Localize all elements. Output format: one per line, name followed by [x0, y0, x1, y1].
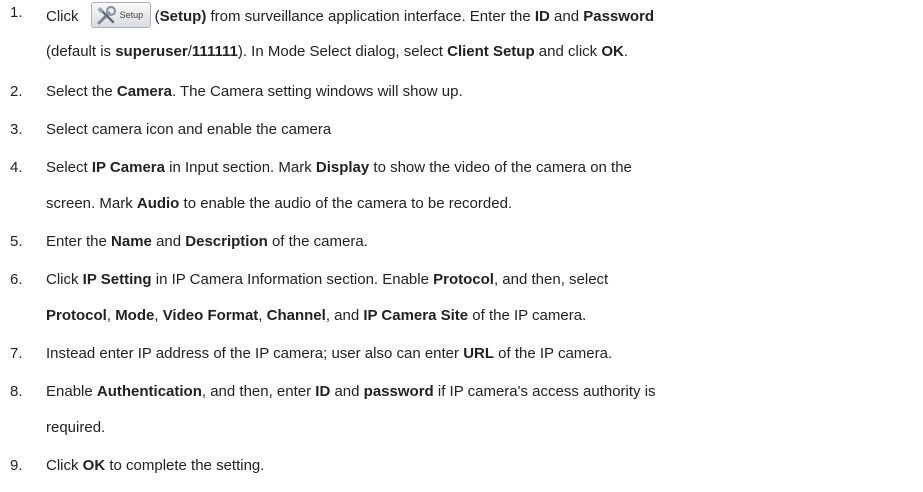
step-number: 9.: [10, 457, 23, 474]
step-text: Protocol, Mode, Video Format, Channel, a…: [46, 307, 586, 325]
bold-term: Protocol: [46, 307, 107, 324]
text-run: and click: [534, 43, 602, 60]
step-text: (default is superuser/111111). In Mode S…: [46, 43, 628, 61]
step-number: 5.: [10, 233, 23, 250]
bold-term: Mode: [115, 307, 155, 324]
text-run: to enable the audio of the camera to be …: [179, 195, 513, 212]
text-run: Click: [46, 7, 83, 25]
step-number: 6.: [10, 271, 23, 288]
step-text: Enable Authentication, and then, enter I…: [46, 383, 656, 401]
instruction-document: 1. Click Setup (Setup) from surveillance a…: [0, 0, 923, 492]
bold-term: Authentication: [96, 383, 202, 400]
bold-term: Password: [583, 7, 655, 25]
text-run: Click: [46, 457, 83, 474]
step-text: Instead enter IP address of the IP camer…: [46, 345, 612, 363]
text-run: (default is: [46, 43, 116, 60]
bold-term: Audio: [136, 195, 180, 212]
step-text: Click OK to complete the setting.: [46, 457, 264, 475]
bold-term: 111111: [191, 43, 238, 60]
bold-term: Name: [111, 233, 152, 250]
bold-term: Camera: [116, 83, 172, 100]
setup-button-label: Setup: [119, 10, 144, 20]
text-run: of the camera.: [267, 233, 368, 250]
text-run: of the IP camera.: [468, 307, 587, 324]
bold-term: Description: [185, 233, 268, 250]
setup-button-image: Setup: [90, 2, 151, 28]
text-run: ,: [258, 307, 267, 324]
bold-term: Protocol: [433, 271, 494, 288]
bold-term: OK: [601, 43, 624, 60]
text-run: in Input section. Mark: [164, 159, 316, 176]
step-text: required.: [46, 419, 105, 437]
text-run: if IP camera's access authority is: [433, 383, 656, 400]
step-number: 3.: [10, 121, 23, 138]
text-run: ,: [154, 307, 163, 324]
text-run: Instead enter IP address of the IP camer…: [46, 345, 464, 362]
bold-term: ID: [315, 383, 331, 400]
bold-term: Setup): [159, 7, 207, 25]
text-run: and: [549, 7, 584, 25]
text-run: from surveillance application interface.…: [206, 7, 535, 25]
text-run: Select: [46, 159, 92, 176]
bold-term: URL: [463, 345, 495, 362]
bold-term: IP Camera Site: [363, 307, 469, 324]
bold-term: password: [363, 383, 434, 400]
step-text: screen. Mark Audio to enable the audio o…: [46, 195, 512, 213]
step-number: 7.: [10, 345, 23, 362]
step-text: Select the Camera. The Camera setting wi…: [46, 83, 463, 101]
step-text: Click Setup (Setup) from surveillance app…: [46, 2, 655, 30]
text-run: and: [151, 233, 186, 250]
text-run: , and then, select: [493, 271, 609, 288]
text-run: screen. Mark: [46, 195, 137, 212]
bold-term: superuser: [115, 43, 188, 60]
text-run: Select the: [46, 83, 117, 100]
bold-term: Video Format: [162, 307, 259, 324]
step-number: 2.: [10, 83, 23, 100]
text-run: Enter the: [46, 233, 112, 250]
text-run: to show the video of the camera on the: [369, 159, 632, 176]
text-run: , and: [325, 307, 364, 324]
text-run: .: [623, 43, 629, 60]
text-run: Click: [46, 271, 83, 288]
text-run: and: [330, 383, 364, 400]
text-run: . The Camera setting windows will show u…: [171, 83, 463, 100]
text-run: in IP Camera Information section. Enable: [151, 271, 434, 288]
step-number: 4.: [10, 159, 23, 176]
bold-term: IP Camera: [91, 159, 165, 176]
bold-term: IP Setting: [82, 271, 152, 288]
text-run: to complete the setting.: [105, 457, 265, 474]
step-text: Click IP Setting in IP Camera Informatio…: [46, 271, 608, 289]
text-run: ). In Mode Select dialog, select: [237, 43, 448, 60]
step-number: 1.: [10, 4, 23, 21]
bold-term: Channel: [266, 307, 326, 324]
step-text: Select IP Camera in Input section. Mark …: [46, 159, 632, 177]
tools-icon: [97, 6, 116, 25]
bold-term: OK: [82, 457, 106, 474]
text-run: ,: [106, 307, 116, 324]
step-text: Enter the Name and Description of the ca…: [46, 233, 368, 251]
text-run: required.: [46, 419, 106, 436]
bold-term: ID: [534, 7, 550, 25]
text-run: Enable: [46, 383, 97, 400]
text-run: Select camera icon and enable the camera: [46, 121, 332, 138]
step-text: Select camera icon and enable the camera: [46, 121, 331, 139]
bold-term: Client Setup: [447, 43, 535, 60]
step-number: 8.: [10, 383, 23, 400]
text-run: , and then, enter: [201, 383, 316, 400]
text-run: of the IP camera.: [494, 345, 613, 362]
bold-term: Display: [315, 159, 370, 176]
